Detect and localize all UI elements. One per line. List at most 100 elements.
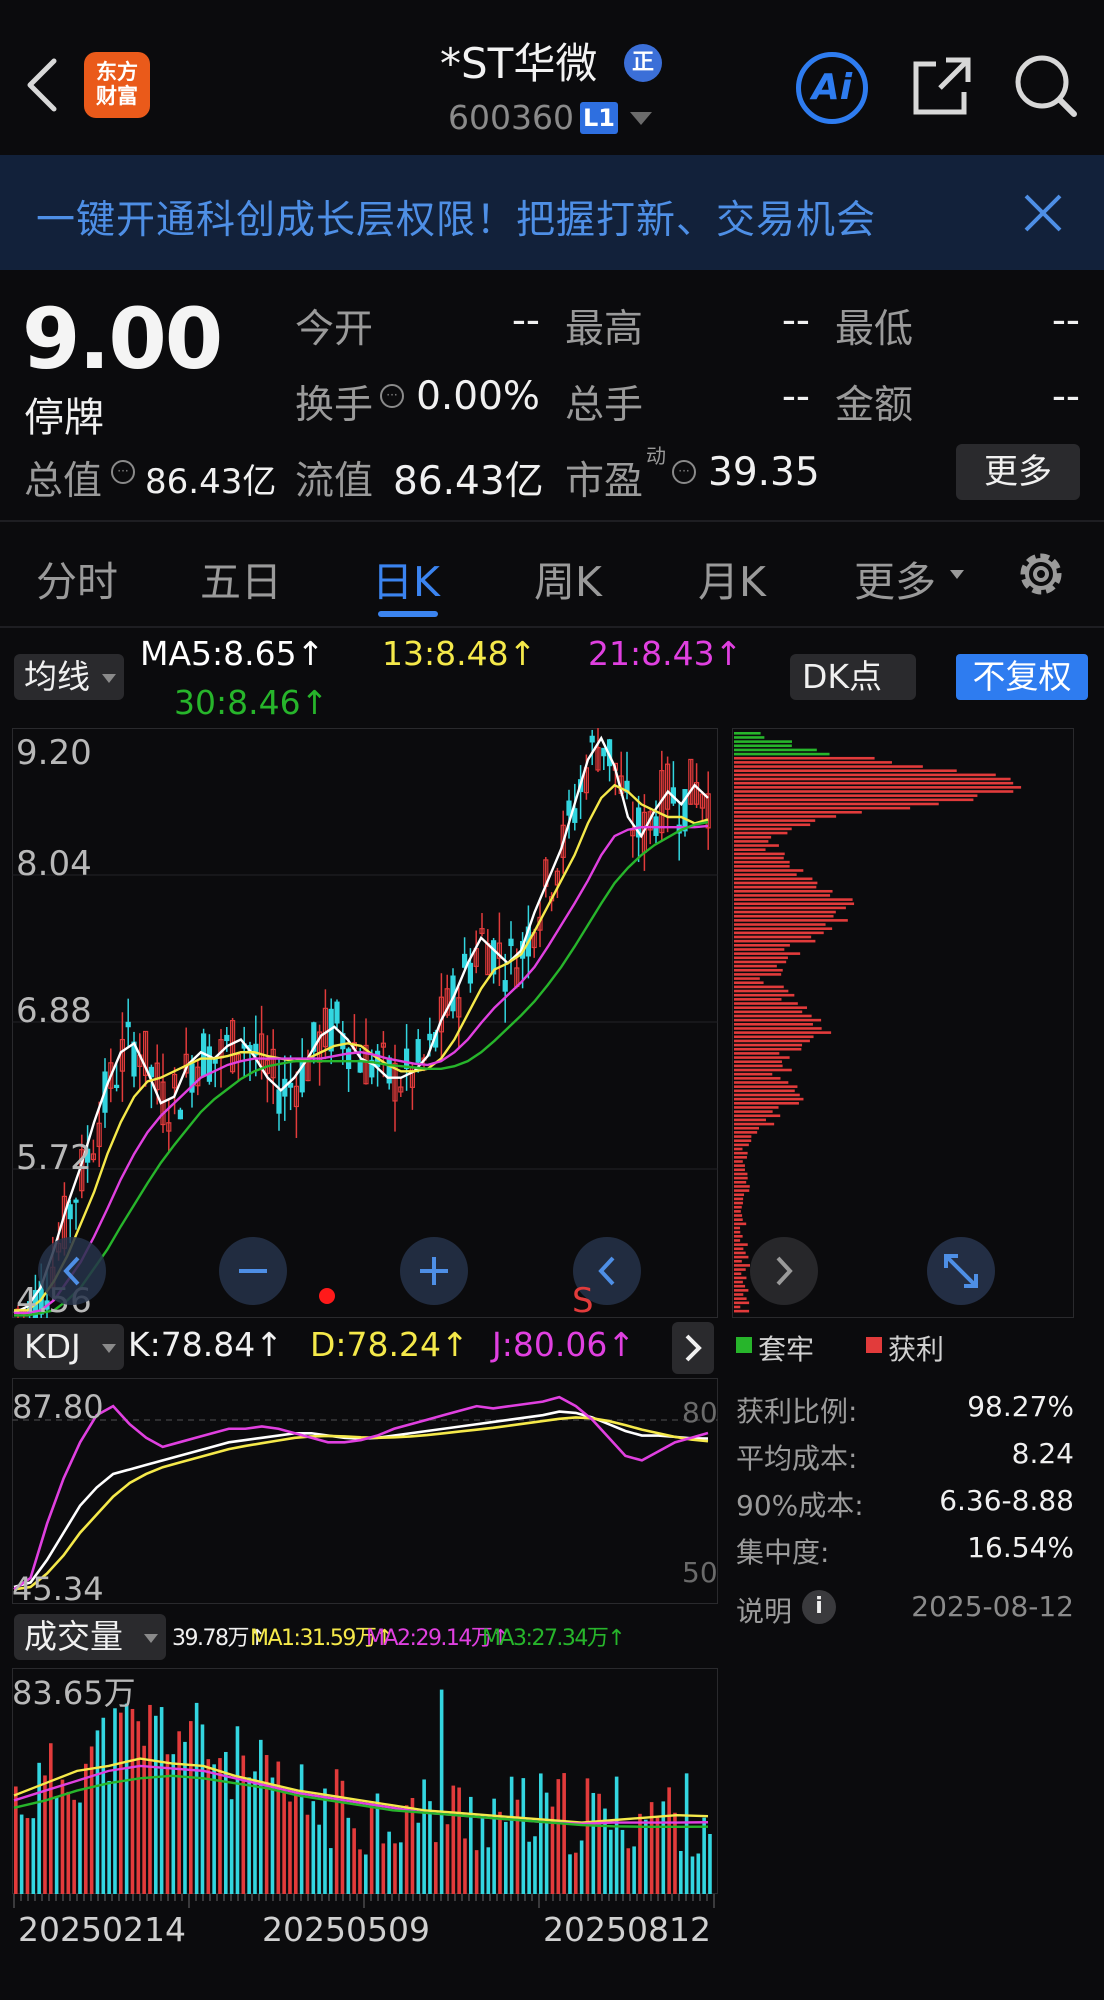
volume-bar	[498, 1811, 502, 1894]
volume-bar	[364, 1854, 368, 1894]
chip-bar	[734, 1205, 742, 1209]
stock-name[interactable]: *ST华微	[440, 30, 597, 91]
chip-bar	[734, 1297, 747, 1300]
volume-bar	[317, 1824, 321, 1894]
scroll-left-button[interactable]	[38, 1237, 106, 1305]
chip-bar	[734, 1255, 749, 1259]
tab-more[interactable]: 更多	[854, 548, 936, 608]
ma30-value: 30:8.46↑	[174, 683, 329, 722]
dk-point-label: DK点	[802, 657, 883, 696]
level-badge[interactable]: L1	[580, 102, 618, 134]
chip-bar	[734, 1222, 747, 1226]
volume-bar	[136, 1721, 141, 1894]
ai-assistant-button[interactable]: Ai	[796, 52, 868, 124]
tab-monthly-k[interactable]: 月K	[698, 548, 766, 608]
tab-five-day[interactable]: 五日	[200, 548, 282, 608]
more-quote-button[interactable]: 更多	[956, 444, 1080, 500]
volume-bar	[329, 1848, 333, 1894]
float-value-label: 流值	[295, 459, 374, 504]
chip-bar	[734, 1089, 795, 1093]
chip-bar	[734, 736, 765, 739]
chip-bar	[734, 973, 782, 976]
candlestick-chart[interactable]: 9.20 8.04 6.88 5.72 4.56 S	[12, 728, 718, 1318]
price-tick: 6.88	[16, 991, 92, 1031]
info-icon[interactable]: i	[802, 1590, 836, 1624]
chip-bar	[734, 906, 846, 910]
pe-label: 市盈	[565, 459, 644, 504]
no-adjust-button[interactable]: 不复权	[956, 654, 1088, 700]
chip-bar	[734, 952, 801, 955]
chip-bar	[734, 732, 761, 735]
close-icon[interactable]	[1018, 188, 1068, 238]
caret-down-icon[interactable]	[630, 112, 652, 125]
chip-bar	[734, 1002, 798, 1005]
info-icon[interactable]: ···	[672, 460, 696, 484]
date-label-mid: 20250509	[262, 1910, 430, 1949]
kdj-indicator-dropdown[interactable]: KDJ	[14, 1324, 124, 1370]
volume-bar	[609, 1829, 613, 1894]
search-icon[interactable]	[1012, 52, 1078, 118]
concentration-value: 16.54%	[967, 1531, 1074, 1564]
chip-bar	[734, 935, 812, 939]
chip-bar	[734, 1218, 743, 1221]
chip-bar	[734, 1172, 748, 1176]
tab-daily-k[interactable]: 日K	[372, 548, 440, 608]
chip-distribution-chart[interactable]	[732, 728, 1074, 1318]
chip-expand-right-button[interactable]	[750, 1237, 818, 1305]
promo-banner-text[interactable]: 一键开通科创成长层权限！把握打新、交易机会	[36, 189, 876, 245]
price-tick: 8.04	[16, 844, 92, 884]
volume-bar	[655, 1817, 660, 1894]
tab-weekly-k[interactable]: 周K	[534, 548, 602, 608]
low-label: 最低	[835, 307, 914, 352]
candle-body	[67, 1204, 73, 1220]
volume-bar	[212, 1764, 216, 1894]
chip-bar	[734, 1110, 773, 1113]
share-icon[interactable]	[910, 54, 974, 118]
volume-bar	[14, 1786, 18, 1894]
volume-bar	[101, 1717, 106, 1894]
chip-bar	[734, 1239, 741, 1242]
chip-bar	[734, 1309, 750, 1313]
chip-bar	[734, 806, 911, 810]
price-tick-high: 9.20	[16, 733, 92, 773]
pe-value: 39.35	[708, 450, 820, 495]
chip-bar	[734, 1264, 750, 1267]
stock-code[interactable]: 600360	[448, 98, 574, 137]
promo-banner[interactable]: 一键开通科创成长层权限！把握打新、交易机会	[0, 155, 1104, 270]
total-value: 86.43亿	[145, 462, 277, 502]
chip-bar	[734, 773, 996, 777]
ma-indicator-dropdown[interactable]: 均线	[14, 654, 124, 700]
note-label[interactable]: 说明	[736, 1590, 792, 1630]
chip-bar	[734, 798, 974, 802]
dk-point-button[interactable]: DK点	[790, 654, 916, 700]
volume-bar	[381, 1843, 386, 1894]
open-label: 今开	[295, 307, 374, 352]
kdj-chart[interactable]: 87.80 45.34 80 50	[12, 1378, 718, 1604]
back-arrow-icon[interactable]	[22, 55, 62, 115]
chip-bar	[734, 1035, 814, 1039]
volume-bar	[159, 1707, 164, 1894]
cost-90-value: 6.36-8.88	[939, 1484, 1074, 1517]
gear-icon[interactable]	[1013, 546, 1069, 602]
volume-bar	[358, 1849, 362, 1894]
info-icon[interactable]: ···	[111, 460, 135, 484]
trading-status: 停牌	[24, 395, 104, 441]
volume-chart[interactable]: 83.65万	[12, 1668, 718, 1894]
candle-body	[415, 1039, 421, 1063]
logo-line1: 东方	[96, 60, 138, 84]
volume-bar	[696, 1853, 701, 1894]
kdj-next-button[interactable]	[672, 1322, 714, 1374]
volume-indicator-dropdown[interactable]: 成交量	[14, 1614, 166, 1660]
volume-bar	[200, 1724, 205, 1894]
volume-bar	[585, 1778, 590, 1894]
chip-bar	[734, 790, 1014, 793]
app-logo[interactable]: 东方 财富	[84, 52, 150, 118]
sell-marker: S	[572, 1281, 594, 1318]
chip-bar	[734, 1268, 746, 1271]
chip-bar	[734, 815, 837, 818]
tab-intraday[interactable]: 分时	[36, 548, 118, 608]
volume-bar	[644, 1819, 648, 1894]
amount-value: --	[1051, 374, 1080, 419]
total-value-label: 总值	[24, 459, 103, 504]
volume-bar	[597, 1793, 601, 1894]
